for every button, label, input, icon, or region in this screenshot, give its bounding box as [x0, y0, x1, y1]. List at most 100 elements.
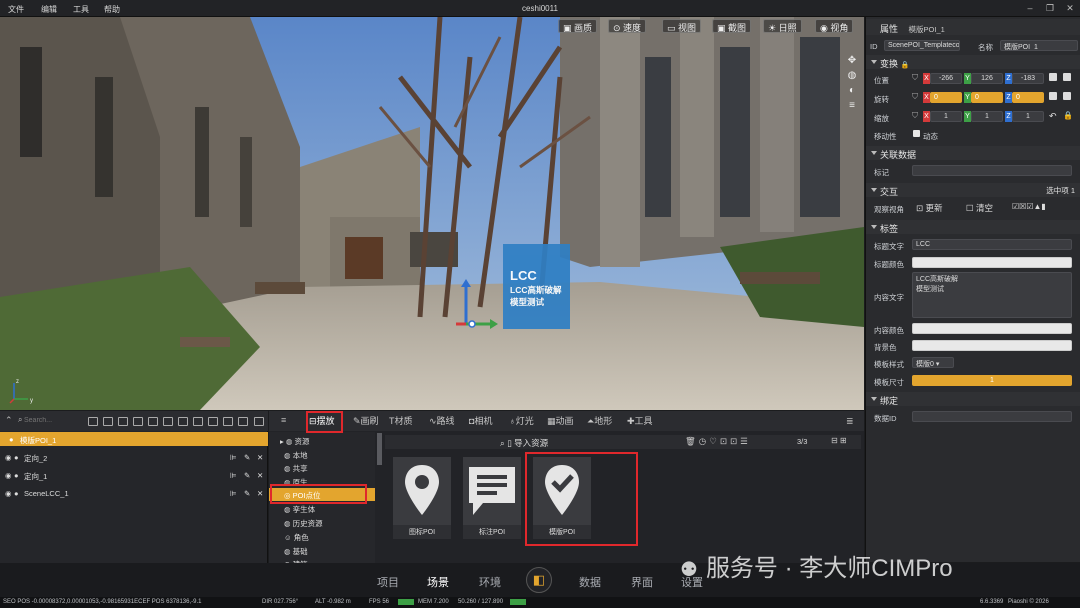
nav-environment[interactable]: 环境: [479, 574, 501, 590]
title-color-swatch[interactable]: [912, 257, 1072, 268]
eye-icon[interactable]: ◉: [5, 453, 12, 462]
scale-z-input[interactable]: 1: [1012, 111, 1044, 122]
sunlight-button[interactable]: ☀ 日照: [763, 19, 802, 33]
grid-icon[interactable]: [148, 417, 158, 426]
delete-icon[interactable]: ✕: [257, 489, 263, 498]
template-size-slider[interactable]: 1: [912, 375, 1072, 386]
new-item-icon[interactable]: [103, 417, 113, 426]
tab-route[interactable]: ∿路线: [429, 414, 455, 428]
layers-icon[interactable]: [178, 417, 188, 426]
copy-icon[interactable]: [1049, 92, 1057, 100]
poi-billboard[interactable]: LCC LCC高斯破解 模型测试: [503, 244, 570, 329]
nav-data[interactable]: 数据: [579, 574, 601, 590]
rotation-y-input[interactable]: 0: [971, 92, 1003, 103]
align-icon[interactable]: ⊫: [230, 471, 237, 480]
collapse-icon[interactable]: ⌃: [5, 415, 13, 426]
pencil-icon[interactable]: ✎: [244, 489, 250, 498]
pencil-icon[interactable]: ✎: [244, 453, 250, 462]
clear-button[interactable]: ☐ 清空: [966, 202, 993, 214]
content-text-area[interactable]: LCC高斯破解 模型测试: [912, 272, 1072, 318]
tree-item-basic[interactable]: ◍ 基础: [284, 546, 308, 557]
display-icon[interactable]: [208, 417, 218, 426]
scale-y-input[interactable]: 1: [971, 111, 1003, 122]
reset-icon[interactable]: ⛉: [912, 92, 918, 102]
tab-brush[interactable]: ✎画刷: [353, 414, 379, 428]
close-icon[interactable]: ✕: [1064, 3, 1076, 14]
section-label[interactable]: 标签: [866, 220, 1080, 234]
delete-icon[interactable]: ✕: [257, 453, 263, 462]
nav-project[interactable]: 项目: [377, 574, 399, 590]
interaction-options-icons[interactable]: ☑☒☑▲▮: [1012, 202, 1046, 211]
outliner-row[interactable]: ● 模版POI_1: [0, 432, 268, 446]
scale-x-input[interactable]: 1: [930, 111, 962, 122]
scene-viewport[interactable]: ▣ 画质 ⊙ 速度 ▭ 视图 ▣ 截图 ☀ 日照 ◉ 视角 ✥ ◍ ◐ ≡ LCC L…: [0, 17, 864, 410]
film-icon[interactable]: [133, 417, 143, 426]
lock-icon[interactable]: 🔒: [901, 62, 910, 69]
outliner-row[interactable]: ◉ ● SceneLCC_1 ⊫ ✎ ✕: [0, 486, 268, 500]
undo-icon[interactable]: ↶: [1049, 111, 1057, 122]
id-field[interactable]: ScenePOI_Templateco: [884, 40, 960, 51]
minimize-icon[interactable]: –: [1024, 3, 1036, 14]
lock-icon[interactable]: 🔒: [1063, 111, 1073, 120]
reset-icon[interactable]: ⛉: [912, 111, 918, 121]
nav-interface[interactable]: 界面: [631, 574, 653, 590]
name-field[interactable]: 模版POI_1: [1000, 40, 1078, 51]
section-transform[interactable]: 变换 🔒: [866, 55, 1080, 69]
tree-item-resources[interactable]: ▸ ◍ 资源: [280, 436, 309, 447]
outliner-row[interactable]: ◉ ● 定向_1 ⊫ ✎ ✕: [0, 468, 268, 482]
align-icon[interactable]: ⊫: [230, 453, 237, 462]
title-text-input[interactable]: LCC: [912, 239, 1072, 250]
camera-icon[interactable]: [118, 417, 128, 426]
settings-icon[interactable]: [238, 417, 248, 426]
content-color-swatch[interactable]: [912, 323, 1072, 334]
tab-material[interactable]: T材质: [389, 414, 413, 428]
reset-icon[interactable]: ⛉: [912, 73, 918, 83]
outliner-search-input[interactable]: [24, 415, 80, 426]
update-button[interactable]: ⊡ 更新: [916, 202, 943, 214]
position-y-input[interactable]: 126: [971, 73, 1003, 84]
tab-tools[interactable]: ✚工具: [627, 414, 653, 428]
image-icon[interactable]: [163, 417, 173, 426]
paste-icon[interactable]: [1063, 73, 1071, 81]
navigation-gizmo[interactable]: ✥ ◍ ◐ ≡: [846, 53, 858, 113]
section-bind[interactable]: 绑定: [866, 392, 1080, 406]
asset-action-icons[interactable]: 🗑◷♡⊡⊡☰: [685, 436, 751, 447]
position-x-input[interactable]: -266: [930, 73, 962, 84]
tab-light[interactable]: ♁灯光: [509, 414, 534, 428]
table-icon[interactable]: [254, 417, 264, 426]
tab-terrain[interactable]: ⏶地形: [587, 414, 612, 428]
view-button[interactable]: ▭ 视图: [662, 19, 702, 33]
rotation-x-input[interactable]: 0: [930, 92, 962, 103]
data-id-field[interactable]: [912, 411, 1072, 422]
speed-button[interactable]: ⊙ 速度: [608, 19, 647, 33]
align-icon[interactable]: [223, 417, 233, 426]
import-resources-button[interactable]: ⌕ ▯ 导入资源: [500, 437, 548, 449]
folder-icon[interactable]: [88, 417, 98, 426]
section-interaction[interactable]: 交互 选中项 1: [866, 183, 1080, 197]
tab-camera[interactable]: ◘相机: [469, 414, 492, 428]
asset-card-annotation-poi[interactable]: 标注POI: [463, 457, 521, 539]
tree-item-twin[interactable]: ◍ 孪生体: [284, 504, 315, 515]
tree-item-local[interactable]: ◍ 本地: [284, 450, 308, 461]
outliner-row[interactable]: ◉ ● 定向_2 ⊫ ✎ ✕: [0, 450, 268, 464]
pencil-icon[interactable]: ✎: [244, 471, 250, 480]
restore-icon[interactable]: ❐: [1044, 3, 1056, 14]
align-icon[interactable]: ⊫: [230, 489, 237, 498]
mobility-checkbox[interactable]: [913, 130, 920, 137]
grid-icon[interactable]: ⊟ ⊞: [831, 436, 847, 445]
home-logo-icon[interactable]: ◧: [526, 567, 552, 593]
tree-item-character[interactable]: ☺ 角色: [284, 532, 309, 543]
perspective-button[interactable]: ◉ 视角: [815, 19, 854, 33]
background-color-swatch[interactable]: [912, 340, 1072, 351]
eye-icon[interactable]: ◉: [5, 489, 12, 498]
rotation-z-input[interactable]: 0: [1012, 92, 1044, 103]
screenshot-button[interactable]: ▣ 截图: [712, 19, 752, 33]
nav-scene[interactable]: 场景: [427, 574, 449, 590]
transform-gizmo[interactable]: [452, 279, 500, 335]
quality-button[interactable]: ▣ 画质: [558, 19, 598, 33]
menu-icon[interactable]: ≣: [846, 416, 854, 427]
section-related-data[interactable]: 关联数据: [866, 146, 1080, 160]
tab-animation[interactable]: ▦动画: [547, 414, 574, 428]
delete-icon[interactable]: ✕: [257, 471, 263, 480]
mark-field[interactable]: [912, 165, 1072, 176]
